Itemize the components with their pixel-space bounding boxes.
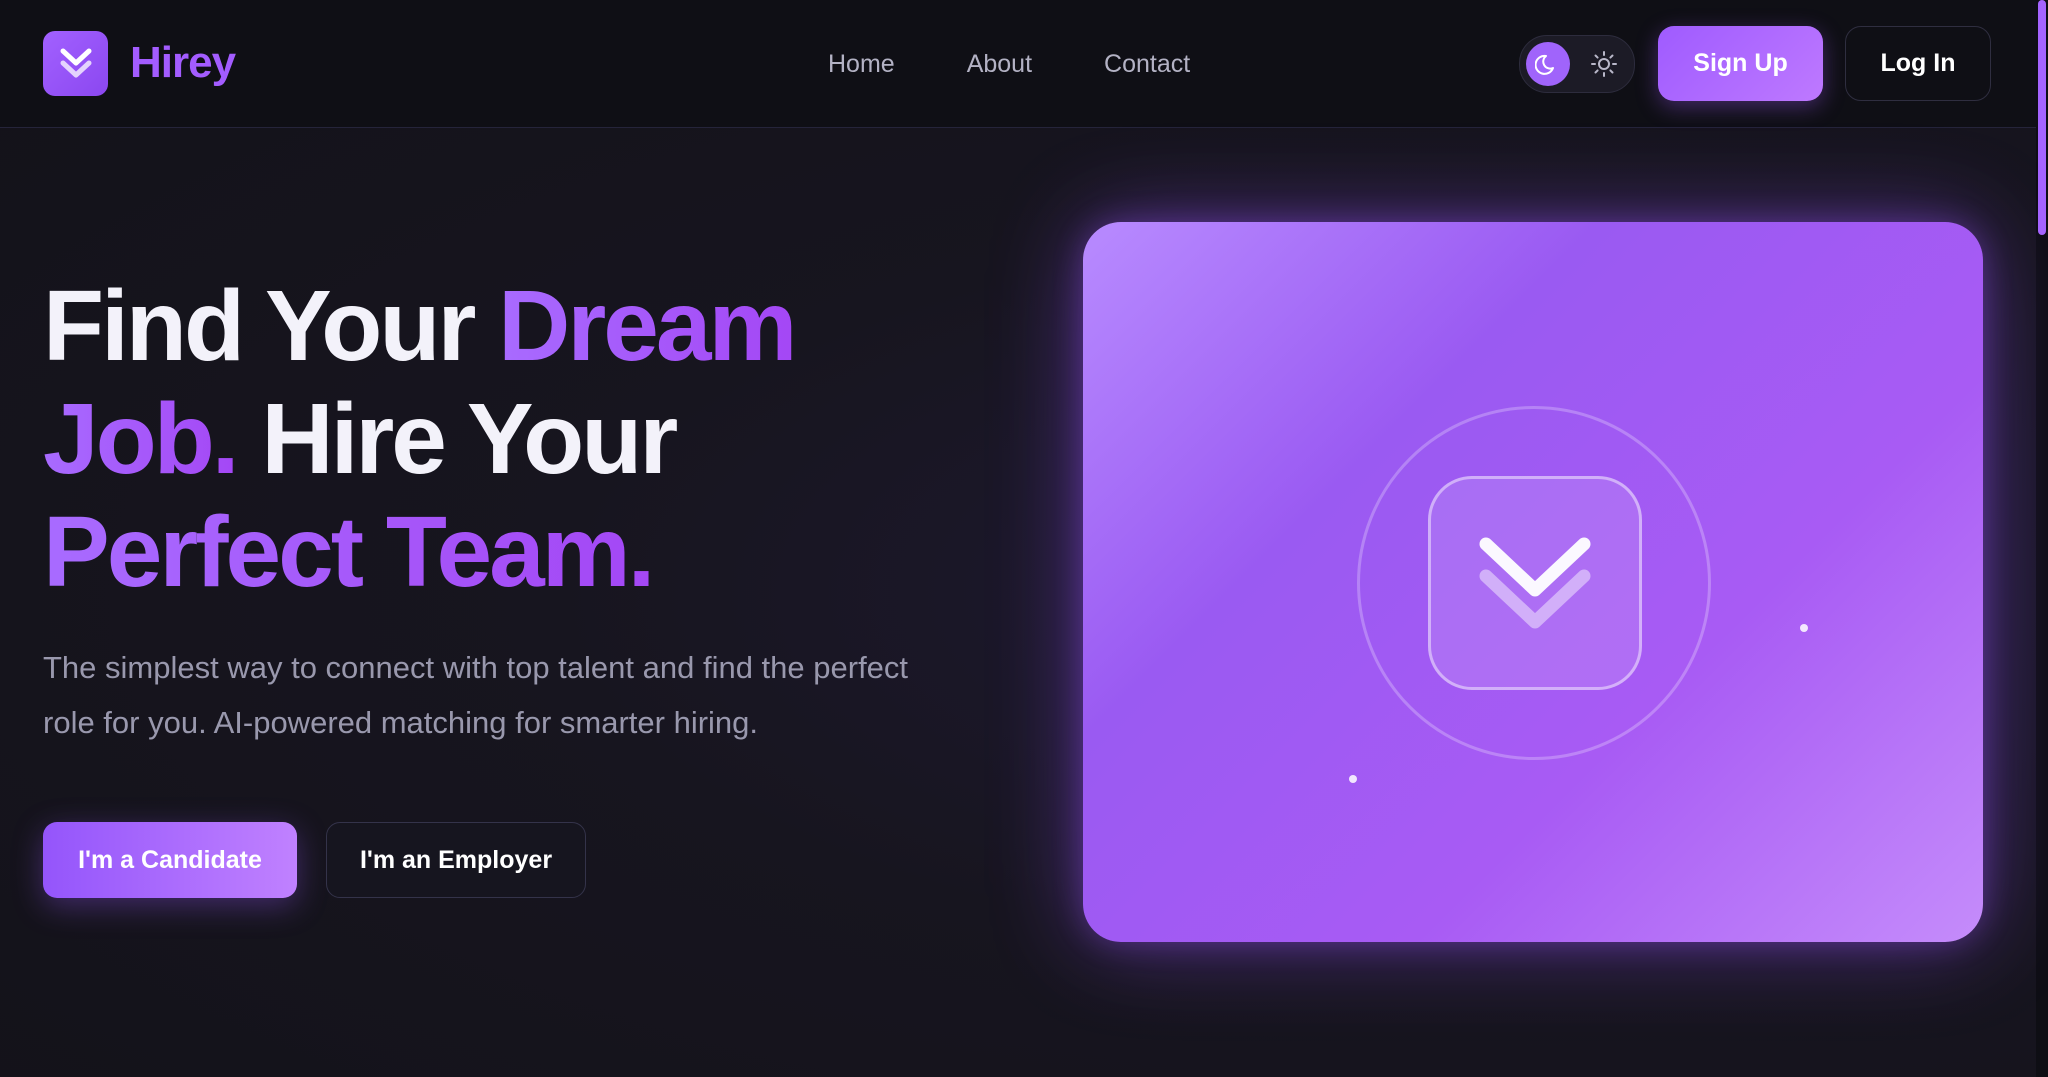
hero-title-part: Hire Your (236, 383, 678, 495)
hero-title-part: Find Your (43, 270, 499, 382)
decorative-dot (1800, 624, 1808, 632)
nav-link-home[interactable]: Home (828, 50, 895, 79)
sun-icon (1591, 51, 1617, 77)
logo[interactable] (43, 31, 108, 96)
theme-toggle[interactable] (1519, 35, 1635, 93)
scrollbar-thumb[interactable] (2038, 0, 2046, 235)
hero-subtitle: The simplest way to connect with top tal… (43, 650, 909, 740)
hero-title: Find Your Dream Job. Hire Your Perfect Tea… (43, 270, 943, 609)
toggle-knob (1526, 42, 1570, 86)
nav-link-about[interactable]: About (967, 50, 1032, 79)
nav-links: Home About Contact (828, 50, 1190, 79)
hero-title-accent: Job. (43, 383, 240, 495)
employer-button[interactable]: I'm an Employer (326, 822, 586, 898)
double-chevron-down-icon (60, 48, 91, 77)
navbar: Hirey Home About Contact Sign Up Log In (0, 0, 2036, 128)
hero-illustration-card (1083, 222, 1983, 942)
scrollbar[interactable] (2036, 0, 2048, 1077)
sign-up-button[interactable]: Sign Up (1658, 26, 1823, 101)
candidate-button[interactable]: I'm a Candidate (43, 822, 297, 898)
nav-link-contact[interactable]: Contact (1104, 50, 1190, 79)
log-in-button[interactable]: Log In (1845, 26, 1991, 101)
hero-title-accent: Dream (498, 270, 797, 382)
brand-name[interactable]: Hirey (130, 38, 236, 88)
moon-icon (1535, 54, 1554, 75)
decorative-dot (1349, 775, 1357, 783)
landing-page: Hirey Home About Contact Sign Up Log In … (0, 0, 2048, 1077)
illustration-icon-box (1428, 476, 1642, 690)
hero-title-accent: Perfect Team. (43, 496, 655, 608)
double-chevron-down-icon (1479, 537, 1591, 629)
